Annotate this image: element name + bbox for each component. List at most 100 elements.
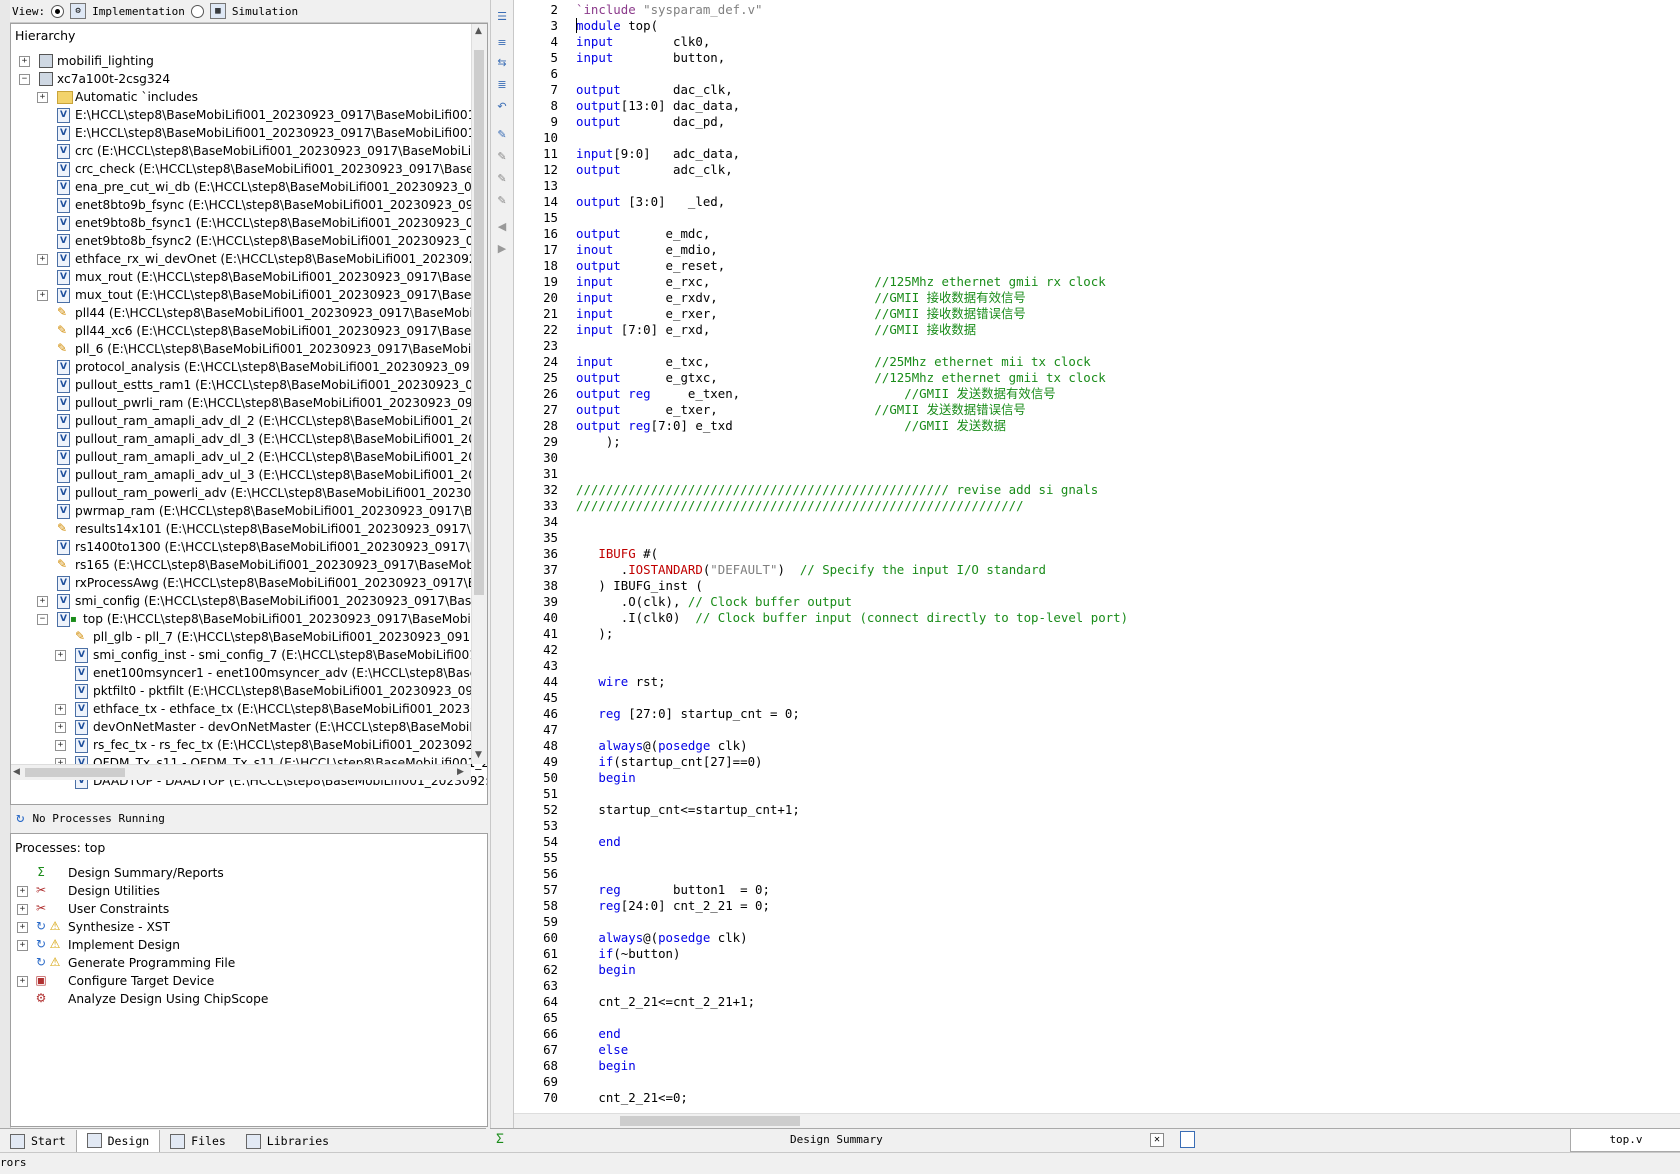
hierarchy-row[interactable]: ✎ pll44_xc6 (E:\HCCL\step8\BaseMobiLifi00… (11, 322, 487, 340)
expand-icon[interactable]: + (37, 290, 48, 301)
align-icon[interactable]: ≣ (495, 78, 509, 92)
hierarchy-row[interactable]: Vpullout_ram_amapli_adv_ul_2 (E:\HCCL\st… (11, 448, 487, 466)
hierarchy-row[interactable]: + Vsmi_config_inst - smi_config_7 (E:\HCC… (11, 646, 487, 664)
implementation-radio[interactable] (51, 4, 65, 18)
expand-icon[interactable]: + (19, 56, 30, 67)
expand-icon[interactable]: + (37, 254, 48, 265)
hierarchy-row[interactable]: Venet8bto9b_fsync (E:\HCCL\step8\BaseMob… (11, 196, 487, 214)
hierarchy-row[interactable]: ✎ pll_6 (E:\HCCL\step8\BaseMobiLifi001_20… (11, 340, 487, 358)
hierarchy-row[interactable]: ✎ results14x101 (E:\HCCL\step8\BaseMobiLi… (11, 520, 487, 538)
code-text: output dac_clk, (576, 82, 733, 98)
tab-libraries[interactable]: Libraries (236, 1130, 339, 1152)
comment-icon[interactable]: ≡ (495, 36, 509, 50)
hierarchy-row[interactable]: + mobilifi_lighting (11, 52, 471, 70)
scroll-up-arrow-icon[interactable]: ▲ (475, 26, 482, 36)
hierarchy-row[interactable]: − xc7a100t-2csg324 (11, 70, 471, 88)
process-row[interactable]: + ↻ ⚠ Synthesize - XST (11, 918, 481, 936)
expand-icon[interactable]: + (37, 596, 48, 607)
hierarchy-row[interactable]: Venet9bto8b_fsync1 (E:\HCCL\step8\BaseMo… (11, 214, 487, 232)
hierarchy-row[interactable]: V E:\HCCL\step8\BaseMobiLifi001_20230923_… (11, 124, 487, 142)
hierarchy-row[interactable]: Vena_pre_cut_wi_db (E:\HCCL\step8\BaseMo… (11, 178, 487, 196)
uncomment-icon[interactable]: ⇆ (495, 56, 509, 70)
bookmark-clear-icon[interactable]: ✎ (495, 194, 509, 208)
simulation-radio[interactable] (190, 4, 204, 18)
hierarchy-row[interactable]: ✎ pll44 (E:\HCCL\step8\BaseMobiLifi001_20… (11, 304, 487, 322)
code-editor[interactable]: 2 `include "sysparam_def.v" 3 module top(4 i… (514, 0, 1680, 1113)
implementation-label[interactable]: Implementation (92, 5, 185, 18)
hierarchy-row[interactable]: + Vmux_tout (E:\HCCL\step8\BaseMobiLifi00… (11, 286, 487, 304)
expand-icon[interactable]: + (17, 904, 28, 915)
hierarchy-row[interactable]: Vpullout_ram_amapli_adv_ul_3 (E:\HCCL\st… (11, 466, 487, 484)
expand-icon[interactable]: + (17, 976, 28, 987)
editor-horizontal-scroll-thumb[interactable] (620, 1116, 800, 1126)
expand-icon[interactable]: + (17, 922, 28, 933)
hierarchy-row[interactable]: + Vethface_tx - ethface_tx (E:\HCCL\step8… (11, 700, 487, 718)
close-tab-icon[interactable]: ✕ (1150, 1133, 1164, 1147)
collapse-icon[interactable]: − (19, 74, 30, 85)
simulation-label[interactable]: Simulation (232, 5, 298, 18)
expand-icon[interactable]: + (55, 704, 66, 715)
scroll-left-arrow-icon[interactable]: ◀ (13, 767, 20, 777)
hierarchy-row[interactable]: ✎ rs165 (E:\HCCL\step8\BaseMobiLifi001_20… (11, 556, 487, 574)
hierarchy-row[interactable]: + Vrs_fec_tx - rs_fec_tx (E:\HCCL\step8\B… (11, 736, 487, 754)
refresh-icon[interactable]: ↻ (16, 810, 24, 826)
hierarchy-row[interactable]: + Automatic `includes (11, 88, 471, 106)
bookmark-icon[interactable]: ✎ (495, 128, 509, 142)
expand-icon[interactable]: + (55, 740, 66, 751)
bookmark-prev-icon[interactable]: ✎ (495, 172, 509, 186)
code-line: 46 reg [27:0] startup_cnt = 0; (514, 706, 800, 722)
editor-horizontal-scrollbar[interactable] (514, 1113, 1680, 1129)
expand-icon[interactable]: + (37, 92, 48, 103)
hierarchy-row[interactable]: Vcrc_check (E:\HCCL\step8\BaseMobiLifi00… (11, 160, 487, 178)
hierarchy-row[interactable]: + Vethface_rx_wi_devOnet (E:\HCCL\step8\B… (11, 250, 487, 268)
hierarchy-row[interactable]: − V ▪ top (E:\HCCL\step8\BaseMobiLifi001_20… (11, 610, 478, 628)
hierarchy-row[interactable]: VrxProcessAwg (E:\HCCL\step8\BaseMobiLif… (11, 574, 487, 592)
process-row[interactable]: + ✂ Design Utilities (11, 882, 481, 900)
scroll-down-arrow-icon[interactable]: ▼ (475, 750, 482, 760)
hierarchy-row[interactable]: Vrs1400to1300 (E:\HCCL\step8\BaseMobiLif… (11, 538, 487, 556)
hierarchy-row[interactable]: Vpwrmap_ram (E:\HCCL\step8\BaseMobiLifi0… (11, 502, 487, 520)
undo-icon[interactable]: ↶ (495, 100, 509, 114)
hierarchy-row[interactable]: + Vsmi_config (E:\HCCL\step8\BaseMobiLifi… (11, 592, 487, 610)
hierarchy-row[interactable]: Vpullout_ram_amapli_adv_dl_3 (E:\HCCL\st… (11, 430, 487, 448)
process-row[interactable]: Σ Design Summary/Reports (11, 864, 481, 882)
hierarchy-row[interactable]: + VdevOnNetMaster - devOnNetMaster (E:\HC… (11, 718, 476, 736)
hierarchy-row[interactable]: Vmux_rout (E:\HCCL\step8\BaseMobiLifi001… (11, 268, 487, 286)
bookmark-next-icon[interactable]: ✎ (495, 150, 509, 164)
process-row[interactable]: + ✂ User Constraints (11, 900, 481, 918)
hierarchy-row[interactable]: Venet100msyncer1 - enet100msyncer_adv (E… (11, 664, 487, 682)
expand-icon[interactable]: + (55, 650, 66, 661)
tab-files[interactable]: Files (160, 1130, 236, 1152)
process-row[interactable]: ↻ ⚠ Generate Programming File (11, 954, 481, 972)
tab-start[interactable]: Start (0, 1130, 76, 1152)
hierarchy-row[interactable]: Vpullout_estts_ram1 (E:\HCCL\step8\BaseM… (11, 376, 487, 394)
hierarchy-row[interactable]: Vpullout_ram_amapli_adv_dl_2 (E:\HCCL\st… (11, 412, 487, 430)
hierarchy-row[interactable]: Vprotocol_analysis (E:\HCCL\step8\BaseMo… (11, 358, 487, 376)
hierarchy-row[interactable]: Vpktfilt0 - pktfilt (E:\HCCL\step8\BaseM… (11, 682, 487, 700)
hierarchy-row[interactable]: ✎ pll_glb - pll_7 (E:\HCCL\step8\BaseMobi… (11, 628, 487, 646)
tab-design[interactable]: Design (75, 1129, 161, 1153)
forward-icon[interactable]: ▶ (495, 242, 509, 256)
hierarchy-row[interactable]: Vpullout_pwrli_ram (E:\HCCL\step8\BaseMo… (11, 394, 487, 412)
scroll-right-arrow-icon[interactable]: ▶ (457, 767, 464, 777)
hierarchy-row[interactable]: V E:\HCCL\step8\BaseMobiLifi001_20230923_… (11, 106, 487, 124)
indent-icon[interactable]: ☰ (495, 10, 509, 24)
process-row[interactable]: + ↻ ⚠ Implement Design (11, 936, 481, 954)
hierarchy-row[interactable]: Vcrc (E:\HCCL\step8\BaseMobiLifi001_2023… (11, 142, 487, 160)
tab-top-v[interactable]: top.v (1570, 1129, 1680, 1152)
expand-icon[interactable]: + (55, 722, 66, 733)
hierarchy-vertical-scroll-thumb[interactable] (474, 50, 484, 595)
collapse-icon[interactable]: − (37, 614, 48, 625)
tab-design-summary[interactable]: Design Summary (790, 1129, 883, 1151)
hierarchy-vertical-scrollbar[interactable]: ▲ ▼ (471, 24, 487, 764)
hierarchy-row[interactable]: Vpullout_ram_powerli_adv (E:\HCCL\step8\… (11, 484, 487, 502)
line-number: 25 (543, 370, 558, 385)
process-row[interactable]: ⚙ Analyze Design Using ChipScope (11, 990, 481, 1008)
back-icon[interactable]: ◀ (495, 220, 509, 234)
hierarchy-horizontal-scrollbar[interactable]: ◀ ▶ (11, 764, 471, 780)
process-row[interactable]: + ▣ Configure Target Device (11, 972, 481, 990)
hierarchy-row[interactable]: Venet9bto8b_fsync2 (E:\HCCL\step8\BaseMo… (11, 232, 487, 250)
expand-icon[interactable]: + (17, 940, 28, 951)
expand-icon[interactable]: + (17, 886, 28, 897)
hierarchy-horizontal-scroll-thumb[interactable] (25, 768, 125, 777)
